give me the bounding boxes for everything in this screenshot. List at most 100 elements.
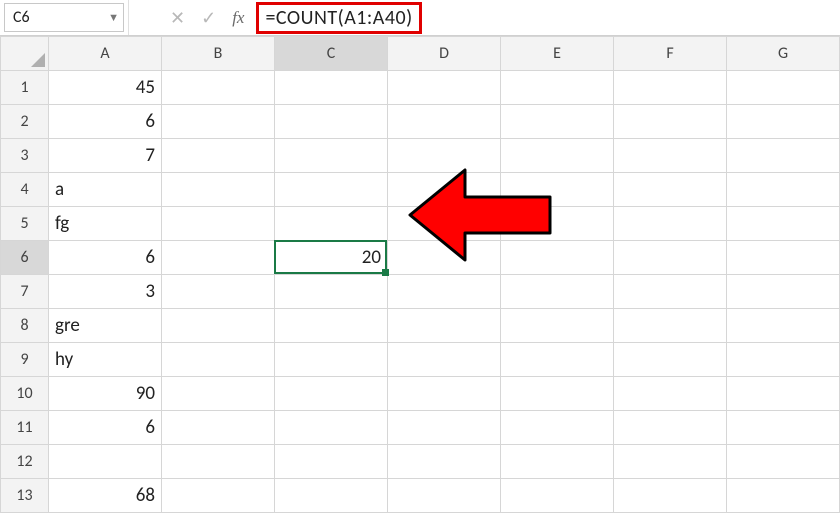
cell-B5[interactable] bbox=[162, 207, 275, 241]
cell-B7[interactable] bbox=[162, 275, 275, 309]
cell-D6[interactable] bbox=[388, 241, 501, 275]
col-header-A[interactable]: A bbox=[49, 37, 162, 71]
cell-C5[interactable] bbox=[275, 207, 388, 241]
cell-G9[interactable] bbox=[727, 343, 840, 377]
cell-F1[interactable] bbox=[614, 71, 727, 105]
cell-G12[interactable] bbox=[727, 445, 840, 479]
fx-icon[interactable]: fx bbox=[232, 8, 244, 28]
cell-G4[interactable] bbox=[727, 173, 840, 207]
cell-C9[interactable] bbox=[275, 343, 388, 377]
cell-E2[interactable] bbox=[501, 105, 614, 139]
cell-F5[interactable] bbox=[614, 207, 727, 241]
cell-C2[interactable] bbox=[275, 105, 388, 139]
cell-D5[interactable] bbox=[388, 207, 501, 241]
cell-G11[interactable] bbox=[727, 411, 840, 445]
cell-A5[interactable]: fg bbox=[49, 207, 162, 241]
cancel-icon[interactable]: ✕ bbox=[170, 7, 185, 29]
cell-C1[interactable] bbox=[275, 71, 388, 105]
cell-D2[interactable] bbox=[388, 105, 501, 139]
col-header-F[interactable]: F bbox=[614, 37, 727, 71]
cell-F6[interactable] bbox=[614, 241, 727, 275]
cell-B4[interactable] bbox=[162, 173, 275, 207]
cell-A3[interactable]: 7 bbox=[49, 139, 162, 173]
cell-B12[interactable] bbox=[162, 445, 275, 479]
cell-E8[interactable] bbox=[501, 309, 614, 343]
row-header-11[interactable]: 11 bbox=[1, 411, 49, 445]
cell-E1[interactable] bbox=[501, 71, 614, 105]
cell-E5[interactable] bbox=[501, 207, 614, 241]
cell-A13[interactable]: 68 bbox=[49, 479, 162, 513]
cell-A2[interactable]: 6 bbox=[49, 105, 162, 139]
cell-F8[interactable] bbox=[614, 309, 727, 343]
cell-B8[interactable] bbox=[162, 309, 275, 343]
cell-F12[interactable] bbox=[614, 445, 727, 479]
cell-G2[interactable] bbox=[727, 105, 840, 139]
row-header-2[interactable]: 2 bbox=[1, 105, 49, 139]
cell-D4[interactable] bbox=[388, 173, 501, 207]
cell-C7[interactable] bbox=[275, 275, 388, 309]
cell-D7[interactable] bbox=[388, 275, 501, 309]
cell-E12[interactable] bbox=[501, 445, 614, 479]
cell-F10[interactable] bbox=[614, 377, 727, 411]
cell-B3[interactable] bbox=[162, 139, 275, 173]
row-header-3[interactable]: 3 bbox=[1, 139, 49, 173]
cell-A10[interactable]: 90 bbox=[49, 377, 162, 411]
cell-C13[interactable] bbox=[275, 479, 388, 513]
cell-D9[interactable] bbox=[388, 343, 501, 377]
name-box[interactable]: C6 ▼ bbox=[4, 3, 124, 32]
cell-E9[interactable] bbox=[501, 343, 614, 377]
cell-E10[interactable] bbox=[501, 377, 614, 411]
cell-G6[interactable] bbox=[727, 241, 840, 275]
cell-D8[interactable] bbox=[388, 309, 501, 343]
cell-F9[interactable] bbox=[614, 343, 727, 377]
cell-G5[interactable] bbox=[727, 207, 840, 241]
name-box-dropdown-icon[interactable]: ▼ bbox=[108, 11, 119, 24]
cell-E4[interactable] bbox=[501, 173, 614, 207]
cell-E11[interactable] bbox=[501, 411, 614, 445]
cell-A9[interactable]: hy bbox=[49, 343, 162, 377]
cell-G3[interactable] bbox=[727, 139, 840, 173]
cell-A1[interactable]: 45 bbox=[49, 71, 162, 105]
row-header-6[interactable]: 6 bbox=[1, 241, 49, 275]
cell-B9[interactable] bbox=[162, 343, 275, 377]
cell-D3[interactable] bbox=[388, 139, 501, 173]
cell-G7[interactable] bbox=[727, 275, 840, 309]
cell-D13[interactable] bbox=[388, 479, 501, 513]
cell-B2[interactable] bbox=[162, 105, 275, 139]
cell-F13[interactable] bbox=[614, 479, 727, 513]
cell-G10[interactable] bbox=[727, 377, 840, 411]
cell-E13[interactable] bbox=[501, 479, 614, 513]
cell-A12[interactable] bbox=[49, 445, 162, 479]
cell-F4[interactable] bbox=[614, 173, 727, 207]
cell-D1[interactable] bbox=[388, 71, 501, 105]
row-header-5[interactable]: 5 bbox=[1, 207, 49, 241]
row-header-9[interactable]: 9 bbox=[1, 343, 49, 377]
cell-D12[interactable] bbox=[388, 445, 501, 479]
select-all-corner[interactable] bbox=[1, 37, 49, 71]
row-header-12[interactable]: 12 bbox=[1, 445, 49, 479]
cell-G13[interactable] bbox=[727, 479, 840, 513]
col-header-B[interactable]: B bbox=[162, 37, 275, 71]
cell-B11[interactable] bbox=[162, 411, 275, 445]
row-header-4[interactable]: 4 bbox=[1, 173, 49, 207]
formula-input[interactable]: =COUNT(A1:A40) bbox=[254, 0, 840, 35]
cell-F11[interactable] bbox=[614, 411, 727, 445]
cell-C6[interactable]: 20 bbox=[275, 241, 388, 275]
cell-C3[interactable] bbox=[275, 139, 388, 173]
cell-E6[interactable] bbox=[501, 241, 614, 275]
col-header-E[interactable]: E bbox=[501, 37, 614, 71]
cell-C10[interactable] bbox=[275, 377, 388, 411]
row-header-1[interactable]: 1 bbox=[1, 71, 49, 105]
cell-C11[interactable] bbox=[275, 411, 388, 445]
cell-A7[interactable]: 3 bbox=[49, 275, 162, 309]
row-header-7[interactable]: 7 bbox=[1, 275, 49, 309]
cell-D10[interactable] bbox=[388, 377, 501, 411]
cell-A8[interactable]: gre bbox=[49, 309, 162, 343]
col-header-G[interactable]: G bbox=[727, 37, 840, 71]
cell-C12[interactable] bbox=[275, 445, 388, 479]
cell-B10[interactable] bbox=[162, 377, 275, 411]
cell-G8[interactable] bbox=[727, 309, 840, 343]
row-header-8[interactable]: 8 bbox=[1, 309, 49, 343]
cell-E7[interactable] bbox=[501, 275, 614, 309]
cell-B13[interactable] bbox=[162, 479, 275, 513]
